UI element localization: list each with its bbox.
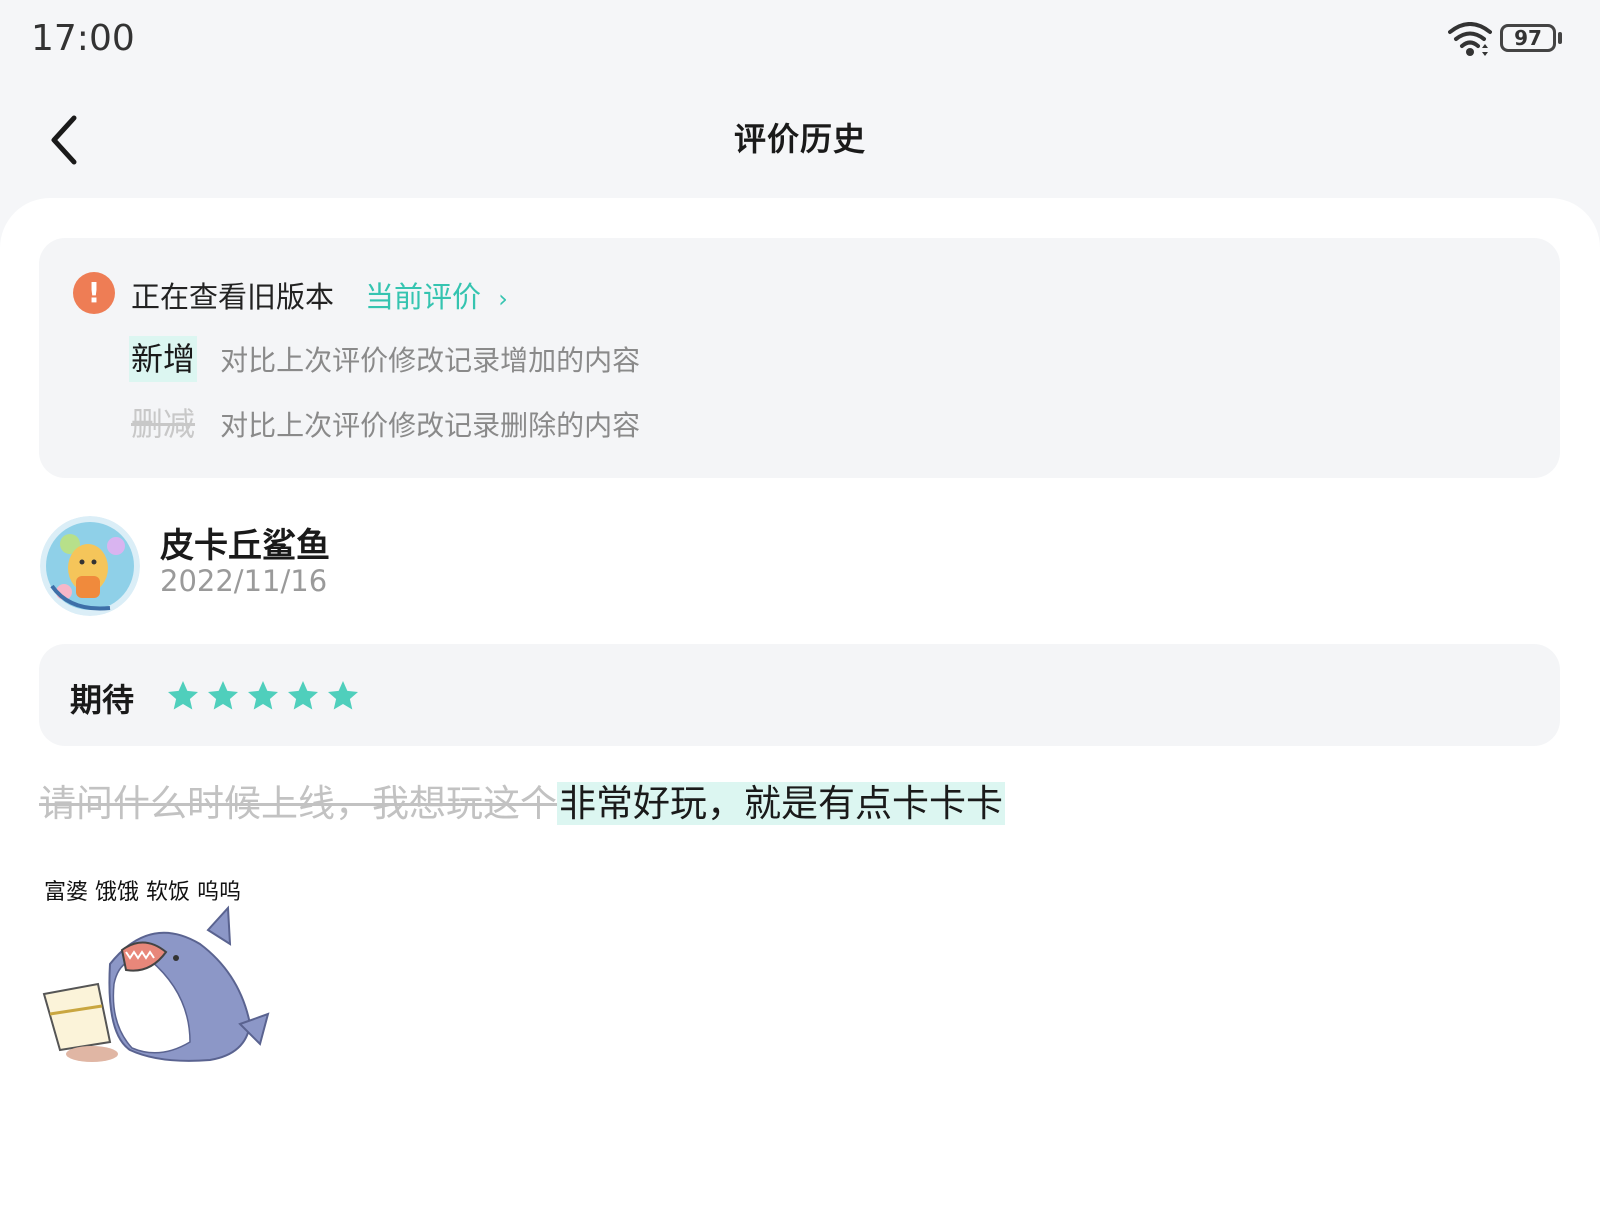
wifi-icon: [1448, 22, 1492, 56]
added-review-text: 非常好玩，就是有点卡卡卡: [557, 782, 1005, 825]
star-icon: [208, 681, 238, 710]
star-rating: [165, 678, 365, 714]
deleted-review-text: 请问什么时候上线，我想玩这个: [39, 782, 557, 825]
rating-box: 期待: [39, 644, 1560, 746]
avatar-image: [40, 516, 140, 616]
deleted-description: 对比上次评价修改记录删除的内容: [220, 409, 641, 442]
review-date: 2022/11/16: [160, 564, 328, 598]
battery-level: 97: [1500, 24, 1556, 52]
status-bar: 17:00 97: [0, 0, 1600, 82]
deleted-tag: 删减: [131, 405, 196, 443]
legend-added: 新增 对比上次评价修改记录增加的内容: [129, 336, 640, 382]
chevron-right-icon: ›: [498, 285, 508, 313]
star-icon: [248, 681, 278, 710]
notice-text: 正在查看旧版本: [131, 280, 335, 314]
user-name[interactable]: 皮卡丘鲨鱼: [160, 518, 330, 567]
rating-label: 期待: [70, 681, 135, 719]
battery-indicator: 97: [1500, 24, 1562, 56]
star-icon: [168, 681, 198, 710]
current-review-link[interactable]: 当前评价 ›: [365, 274, 508, 316]
added-tag: 新增: [129, 336, 198, 382]
added-description: 对比上次评价修改记录增加的内容: [220, 344, 641, 377]
shark-sticker-icon: [42, 905, 270, 1062]
star-icon: [288, 681, 318, 710]
old-version-notice: ! 正在查看旧版本 当前评价 › 新增 对比上次评价修改记录增加的内容 删减 对…: [39, 238, 1560, 478]
review-sticker-image[interactable]: 富婆 饿饿 软饭 呜呜: [40, 874, 276, 1096]
warning-icon: !: [73, 272, 115, 314]
status-time: 17:00: [31, 18, 135, 59]
current-review-label: 当前评价: [365, 280, 482, 314]
page-title: 评价历史: [733, 120, 866, 158]
star-icon: [328, 681, 358, 710]
battery-tip: [1558, 32, 1562, 44]
legend-deleted: 删减 对比上次评价修改记录删除的内容: [129, 401, 640, 447]
main-card: ! 正在查看旧版本 当前评价 › 新增 对比上次评价修改记录增加的内容 删减 对…: [0, 198, 1600, 1215]
review-text: 请问什么时候上线，我想玩这个非常好玩，就是有点卡卡卡: [39, 778, 1005, 830]
avatar[interactable]: [40, 516, 140, 616]
